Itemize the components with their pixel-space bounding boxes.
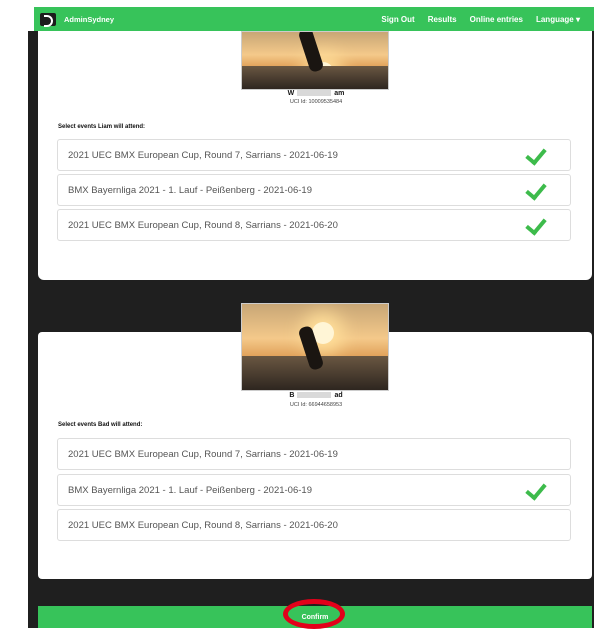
annotation-circle	[283, 599, 345, 629]
checkmark-icon[interactable]	[526, 144, 548, 166]
nav-online-entries[interactable]: Online entries	[470, 15, 523, 24]
rider-1-event-row[interactable]: BMX Bayernliga 2021 - 1. Lauf - Peißenbe…	[57, 174, 571, 206]
rider-2-name: Bad	[289, 392, 343, 399]
rider-2-event-row[interactable]: 2021 UEC BMX European Cup, Round 7, Sarr…	[57, 438, 571, 470]
rider-1-uci-id: UCI Id: 10009535484	[289, 99, 343, 105]
checkmark-icon[interactable]	[526, 479, 548, 501]
event-label: BMX Bayernliga 2021 - 1. Lauf - Peißenbe…	[68, 184, 312, 196]
left-margin	[0, 31, 34, 628]
rider-2-event-row[interactable]: 2021 UEC BMX European Cup, Round 8, Sarr…	[57, 509, 571, 541]
rider-2-select-label: Select events Bad will attend:	[58, 422, 143, 428]
rider-1-event-row[interactable]: 2021 UEC BMX European Cup, Round 8, Sarr…	[57, 209, 571, 241]
brand-logo-icon[interactable]	[40, 12, 56, 27]
brand-name[interactable]: AdminSydney	[64, 15, 114, 24]
rider-2-avatar	[241, 303, 389, 391]
rider-1-name: Wam	[287, 90, 345, 97]
event-label: 2021 UEC BMX European Cup, Round 8, Sarr…	[68, 219, 338, 231]
rider-2-uci-id: UCI Id: 66944658953	[289, 402, 343, 408]
rider-1-event-row[interactable]: 2021 UEC BMX European Cup, Round 7, Sarr…	[57, 139, 571, 171]
right-margin	[594, 31, 606, 628]
checkmark-icon[interactable]	[526, 179, 548, 201]
checkmark-icon[interactable]	[526, 214, 548, 236]
nav-sign-out[interactable]: Sign Out	[381, 15, 414, 24]
rider-2-event-row[interactable]: BMX Bayernliga 2021 - 1. Lauf - Peißenbe…	[57, 474, 571, 506]
nav-results[interactable]: Results	[428, 15, 457, 24]
event-label: 2021 UEC BMX European Cup, Round 8, Sarr…	[68, 519, 338, 531]
rider-1-select-label: Select events Liam will attend:	[58, 124, 146, 130]
event-label: 2021 UEC BMX European Cup, Round 7, Sarr…	[68, 149, 338, 161]
event-label: BMX Bayernliga 2021 - 1. Lauf - Peißenbe…	[68, 484, 312, 496]
top-navbar: AdminSydney Sign Out Results Online entr…	[34, 7, 594, 31]
nav-language-dropdown[interactable]: Language ▾	[536, 15, 580, 24]
event-label: 2021 UEC BMX European Cup, Round 7, Sarr…	[68, 448, 338, 460]
nav-links: Sign Out Results Online entries Language…	[381, 15, 594, 24]
rider-1-avatar	[241, 31, 389, 90]
